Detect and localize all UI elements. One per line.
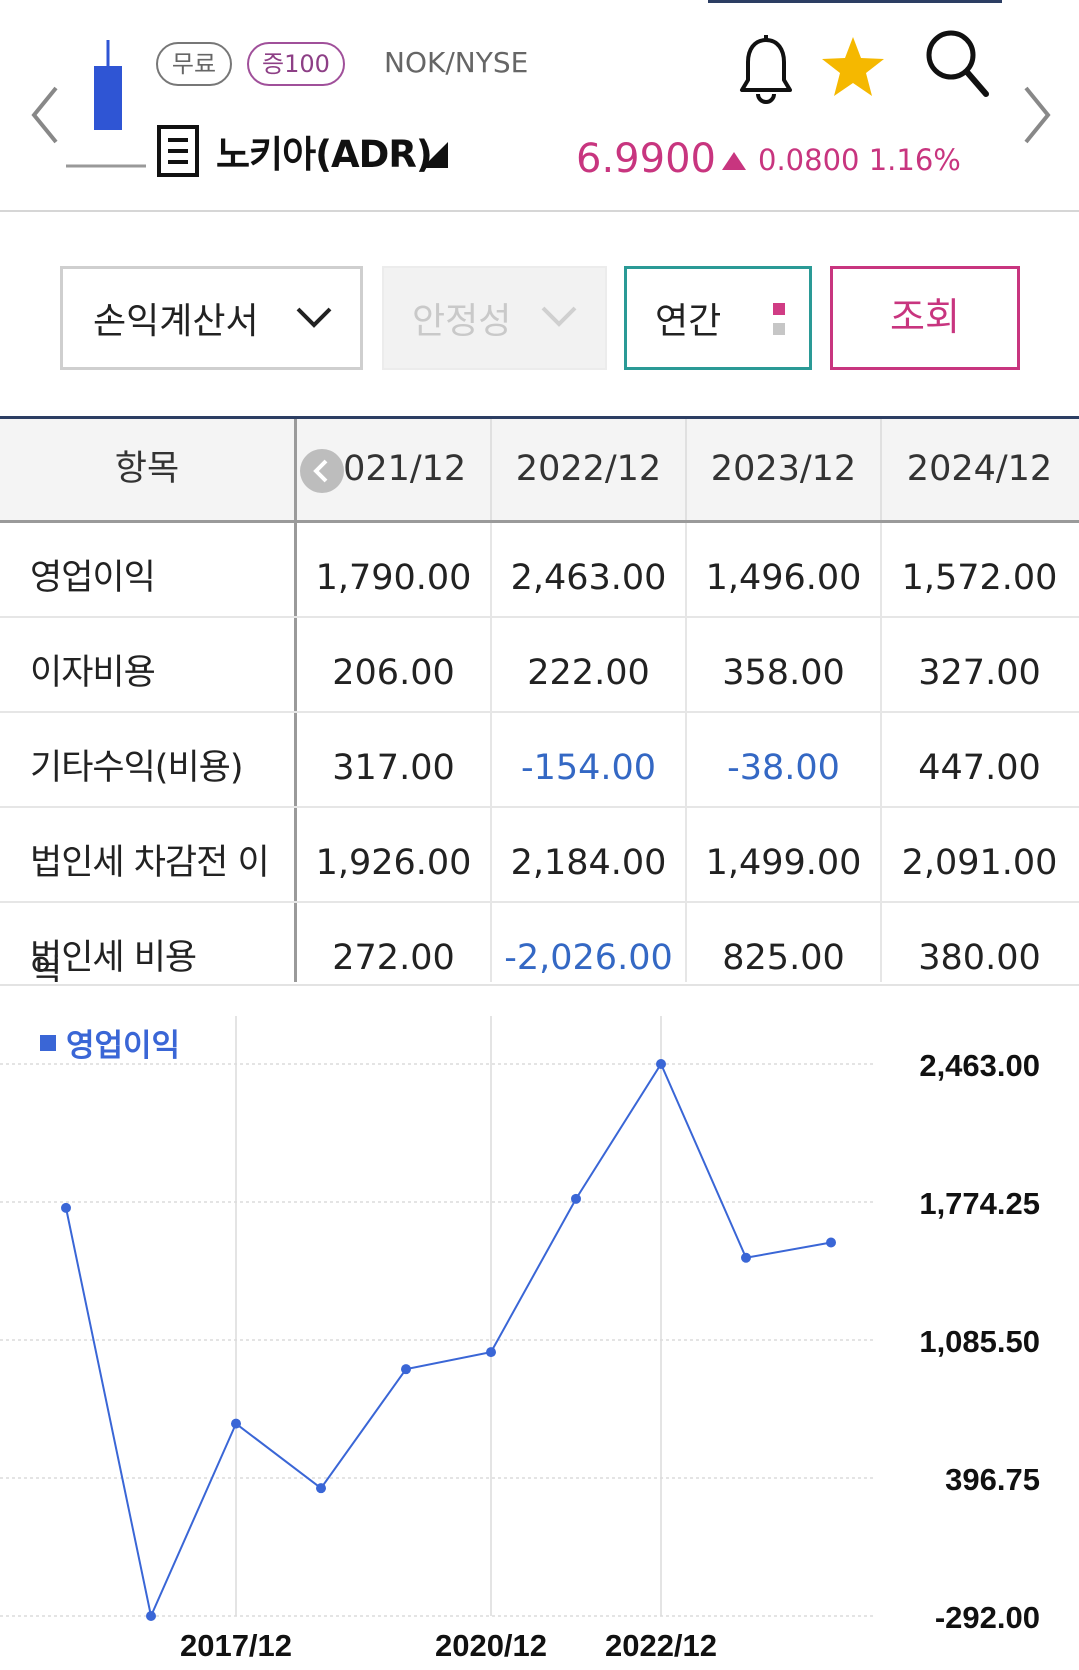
- exchange-code: NOK/NYSE: [384, 46, 529, 79]
- table-header: 항목 2021/12 2022/12 2023/12 2024/12: [0, 419, 1079, 523]
- chevron-down-icon: [541, 306, 577, 327]
- prev-stock-button[interactable]: [26, 80, 66, 150]
- table-cell: 317.00: [297, 713, 492, 806]
- document-icon[interactable]: [156, 124, 200, 178]
- data-point: [571, 1193, 581, 1204]
- data-point: [741, 1252, 751, 1263]
- chevron-left-icon: [31, 86, 58, 144]
- statement-type-label: 손익계산서: [93, 301, 259, 342]
- chevron-right-icon: [1024, 86, 1051, 144]
- row-label: 기타수익(비용): [0, 713, 297, 806]
- period-label: 연간: [655, 301, 722, 342]
- table-cell: 222.00: [492, 618, 687, 711]
- period-select[interactable]: 연간: [624, 266, 812, 370]
- legend-label: 영업이익: [66, 1028, 181, 1064]
- data-point: [316, 1483, 326, 1494]
- table-cell: -2,026.00: [492, 903, 687, 982]
- table-cell: 1,926.00: [297, 808, 492, 901]
- table-row: 법인세 차감전 이익 1,926.00 2,184.00 1,499.00 2,…: [0, 808, 1079, 982]
- data-point: [656, 1059, 666, 1069]
- table-row: 기타수익(비용) 317.00 -154.00 -38.00 447.00: [0, 713, 1079, 808]
- data-point: [231, 1418, 241, 1429]
- x-tick-label: 2017/12: [180, 1628, 292, 1663]
- stock-name[interactable]: 노키아(ADR): [216, 124, 433, 178]
- star-icon[interactable]: [820, 34, 886, 100]
- top-tab-indicator: [708, 0, 1002, 3]
- y-tick-label: 2,463.00: [919, 1048, 1040, 1083]
- header-col-2: 2022/12: [492, 419, 687, 520]
- chevron-left-icon: [313, 459, 328, 483]
- candle-mini-chart-icon: [66, 40, 146, 168]
- change-percent: 1.16%: [868, 143, 961, 177]
- table-cell: -38.00: [687, 713, 882, 806]
- row-label: 법인세 차감전 이익: [0, 808, 297, 982]
- query-button[interactable]: 조회: [830, 266, 1020, 370]
- search-icon[interactable]: [924, 28, 990, 100]
- header-col-4: 2024/12: [906, 449, 1053, 489]
- row-label: 이자비용: [0, 618, 297, 711]
- data-point: [826, 1237, 836, 1248]
- bell-icon[interactable]: [738, 34, 794, 106]
- row-label: 영업이익: [0, 523, 297, 616]
- header-item: 항목: [0, 419, 297, 520]
- table-cell: 358.00: [687, 618, 882, 711]
- table-cell: 447.00: [918, 748, 1041, 788]
- next-stock-button[interactable]: [1016, 80, 1056, 150]
- data-point: [146, 1611, 156, 1621]
- x-tick-label: 2020/12: [435, 1628, 547, 1663]
- table-row: 법인세 비용 272.00 -2,026.00 825.00 380.00: [0, 903, 1079, 982]
- line-chart: 2,463.00 1,774.25 1,085.50 396.75 -292.00 201…: [0, 1016, 1040, 1663]
- price-change: 0.0800 1.16%: [758, 143, 961, 177]
- y-tick-label: 1,774.25: [919, 1186, 1040, 1221]
- table-row: 영업이익 1,790.00 2,463.00 1,496.00 1,572.00: [0, 523, 1079, 618]
- header-col-3: 2023/12: [687, 419, 882, 520]
- data-point: [61, 1202, 71, 1213]
- legend-swatch: [40, 1034, 56, 1051]
- table-cell: 2,184.00: [492, 808, 687, 901]
- data-point: [486, 1347, 496, 1358]
- table-cell: 1,790.00: [297, 523, 492, 616]
- y-tick-label: 396.75: [945, 1462, 1040, 1497]
- margin-badge: 증100: [247, 42, 345, 86]
- stability-label: 안정성: [412, 301, 512, 342]
- scroll-left-button[interactable]: [300, 449, 344, 493]
- financial-table: 항목 2021/12 2022/12 2023/12 2024/12 영업이익 …: [0, 416, 1079, 982]
- data-point: [401, 1364, 411, 1375]
- x-tick-label: 2022/12: [605, 1628, 717, 1663]
- table-cell: 206.00: [297, 618, 492, 711]
- table-cell: 272.00: [297, 903, 492, 982]
- dropdown-triangle-icon[interactable]: [420, 140, 450, 170]
- current-price: 6.9900: [576, 136, 716, 182]
- y-tick-label: -292.00: [935, 1600, 1040, 1635]
- stability-select: 안정성: [382, 266, 607, 370]
- stock-header: 무료 증100 NOK/NYSE 노키아(ADR) 6.9900 0.0800 …: [0, 0, 1079, 212]
- table-cell: 1,499.00: [687, 808, 882, 901]
- operating-income-chart: 2,463.00 1,774.25 1,085.50 396.75 -292.00 201…: [0, 984, 1079, 1670]
- up-triangle-icon: [722, 152, 746, 170]
- table-cell: 2,463.00: [492, 523, 687, 616]
- table-row: 이자비용 206.00 222.00 358.00 327.00: [0, 618, 1079, 713]
- chart-legend: 영업이익: [40, 1020, 180, 1065]
- table-cell: 825.00: [687, 903, 882, 982]
- free-badge: 무료: [156, 42, 232, 86]
- period-toggle-icon: [773, 303, 785, 339]
- statement-type-select[interactable]: 손익계산서: [60, 266, 363, 370]
- y-tick-label: 1,085.50: [919, 1324, 1040, 1359]
- table-cell: 2,091.00: [901, 843, 1058, 883]
- table-cell: 380.00: [918, 938, 1041, 978]
- row-label: 법인세 비용: [0, 903, 297, 982]
- chevron-down-icon: [296, 307, 332, 328]
- table-cell: -154.00: [492, 713, 687, 806]
- change-amount: 0.0800: [758, 143, 860, 177]
- table-cell: 1,572.00: [901, 558, 1058, 598]
- table-cell: 327.00: [918, 653, 1041, 693]
- table-cell: 1,496.00: [687, 523, 882, 616]
